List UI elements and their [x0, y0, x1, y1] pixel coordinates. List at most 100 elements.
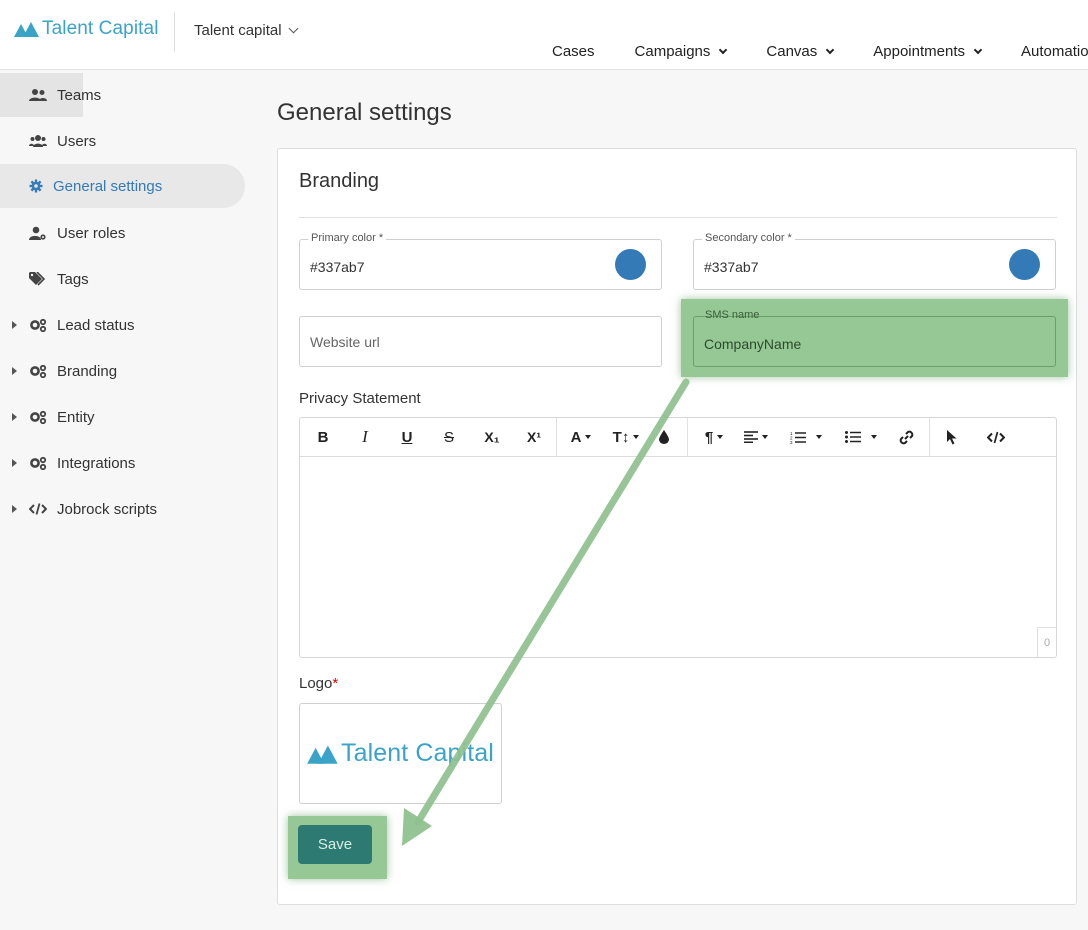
app-logo[interactable]: Talent Capital	[14, 18, 159, 40]
sidebar-item-label: Teams	[57, 86, 102, 104]
primary-color-swatch[interactable]	[615, 249, 646, 280]
logo-mark-icon	[14, 22, 39, 37]
card-title: Branding	[299, 170, 380, 192]
toolbar-separator	[929, 418, 930, 456]
code-view-button[interactable]	[985, 418, 1007, 456]
sidebar-item-integrations[interactable]: Integrations	[0, 441, 245, 485]
sidebar-item-label: Branding	[57, 362, 118, 380]
nav-campaigns[interactable]: Campaigns	[634, 43, 728, 60]
teams-icon	[29, 87, 47, 103]
sidebar-item-label: Jobrock scripts	[57, 500, 158, 518]
align-button[interactable]	[740, 418, 772, 456]
italic-button[interactable]: I	[354, 418, 376, 456]
nav-cases[interactable]: Cases	[552, 43, 595, 60]
sms-name-value: CompanyName	[704, 336, 802, 352]
secondary-color-field[interactable]: Secondary color * #337ab7	[693, 232, 1056, 290]
caret-right-icon	[12, 321, 17, 329]
sidebar-item-entity[interactable]: Entity	[0, 395, 245, 439]
sms-name-label: SMS name	[705, 309, 760, 321]
sidebar-item-label: Lead status	[57, 316, 135, 334]
users-icon	[29, 133, 47, 149]
caret-down-icon	[633, 435, 640, 439]
paragraph-icon: ¶	[704, 428, 714, 446]
sidebar-item-label: Users	[57, 132, 97, 150]
branding-card: Branding Primary color * #337ab7 Seconda…	[277, 148, 1077, 905]
underline-button[interactable]: U	[396, 418, 418, 456]
sms-name-field[interactable]: SMS name CompanyName	[693, 309, 1056, 367]
font-size-icon: T↕	[612, 428, 630, 446]
paragraph-button[interactable]: ¶	[698, 418, 730, 456]
gears-icon	[29, 363, 47, 379]
logo-preview[interactable]: Talent Capital	[299, 703, 502, 804]
nav-automation-label: Automatio	[1021, 43, 1088, 60]
header-divider	[174, 12, 175, 52]
caret-down-icon	[871, 435, 877, 439]
top-bar: Talent Capital Talent capital Cases Camp…	[0, 0, 1088, 70]
privacy-statement-editor[interactable]: B I U S X₁ X¹ A T↕ ¶ 123 0	[299, 417, 1057, 658]
sidebar-item-label: Integrations	[57, 454, 136, 472]
sidebar-item-branding[interactable]: Branding	[0, 349, 245, 393]
secondary-color-swatch[interactable]	[1009, 249, 1040, 280]
sidebar-item-lead-status[interactable]: Lead status	[0, 303, 245, 347]
logo-label: Logo*	[299, 675, 338, 692]
nav-canvas[interactable]: Canvas	[766, 43, 835, 60]
select-button[interactable]	[942, 418, 962, 456]
save-button[interactable]: Save	[298, 825, 372, 864]
divider	[299, 217, 1057, 218]
gears-icon	[29, 409, 47, 425]
top-nav: Cases Campaigns Canvas Appointments Auto…	[552, 43, 1088, 60]
primary-color-field[interactable]: Primary color * #337ab7	[299, 232, 662, 290]
nav-cases-label: Cases	[552, 43, 595, 60]
ordered-list-icon: 123	[790, 431, 806, 444]
page-title: General settings	[277, 99, 452, 126]
toolbar-separator	[687, 418, 688, 456]
caret-right-icon	[12, 459, 17, 467]
sidebar-item-user-roles[interactable]: User roles	[0, 211, 245, 255]
editor-toolbar: B I U S X₁ X¹ A T↕ ¶ 123	[300, 418, 1056, 457]
subscript-button[interactable]: X₁	[480, 418, 504, 456]
superscript-button[interactable]: X¹	[522, 418, 546, 456]
caret-down-icon	[816, 435, 822, 439]
link-button[interactable]	[896, 418, 916, 456]
ordered-list-button[interactable]: 123	[786, 418, 826, 456]
website-url-field[interactable]: Website url	[299, 316, 662, 367]
logo-text: Talent Capital	[42, 18, 159, 39]
sidebar-item-users[interactable]: Users	[0, 119, 245, 163]
toolbar-separator	[556, 418, 557, 456]
bold-button[interactable]: B	[312, 418, 334, 456]
primary-color-value: #337ab7	[310, 259, 365, 275]
nav-campaigns-label: Campaigns	[634, 43, 711, 60]
code-icon	[987, 431, 1005, 443]
sidebar-item-jobrock-scripts[interactable]: Jobrock scripts	[0, 487, 245, 531]
website-url-placeholder: Website url	[310, 334, 380, 350]
strikethrough-button[interactable]: S	[438, 418, 460, 456]
sidebar-item-label: User roles	[57, 224, 126, 242]
caret-right-icon	[12, 367, 17, 375]
nav-canvas-label: Canvas	[766, 43, 818, 60]
org-selector-label: Talent capital	[194, 22, 282, 39]
gears-icon	[29, 317, 47, 333]
align-left-icon	[744, 431, 758, 443]
chevron-down-icon	[826, 45, 835, 54]
nav-appointments[interactable]: Appointments	[873, 43, 983, 60]
sidebar-item-teams[interactable]: Teams	[0, 73, 245, 117]
highlight-color-button[interactable]	[654, 418, 674, 456]
unordered-list-button[interactable]	[841, 418, 881, 456]
sidebar-item-label: Tags	[57, 270, 89, 288]
caret-down-icon	[585, 435, 592, 439]
drop-icon	[659, 430, 669, 444]
sidebar-item-tags[interactable]: Tags	[0, 257, 245, 301]
font-size-button[interactable]: T↕	[606, 418, 646, 456]
logo-preview-image: Talent Capital	[307, 739, 494, 768]
nav-automation[interactable]: Automatio	[1021, 43, 1088, 60]
caret-down-icon	[717, 435, 724, 439]
secondary-color-value: #337ab7	[704, 259, 759, 275]
secondary-color-label: Secondary color *	[702, 232, 795, 244]
sidebar-item-general-settings[interactable]: General settings	[0, 164, 245, 208]
caret-right-icon	[12, 505, 17, 513]
font-color-button[interactable]: A	[564, 418, 598, 456]
caret-right-icon	[12, 413, 17, 421]
privacy-statement-label: Privacy Statement	[299, 390, 421, 407]
primary-color-label: Primary color *	[308, 232, 387, 244]
org-selector[interactable]: Talent capital	[194, 22, 299, 39]
